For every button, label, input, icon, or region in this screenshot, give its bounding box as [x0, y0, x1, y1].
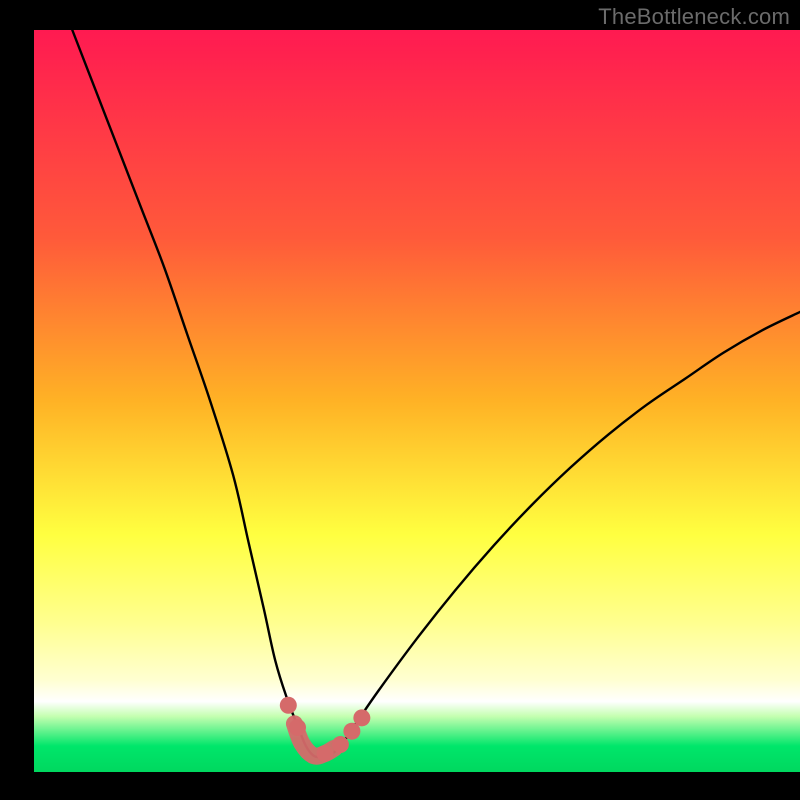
- highlight-point: [317, 745, 334, 762]
- bottleneck-plot: [0, 0, 800, 800]
- watermark-text: TheBottleneck.com: [598, 4, 790, 30]
- highlight-point: [353, 709, 370, 726]
- gradient-background: [34, 30, 800, 772]
- highlight-point: [289, 719, 306, 736]
- chart-frame: TheBottleneck.com: [0, 0, 800, 800]
- highlight-point: [280, 697, 297, 714]
- highlight-point: [332, 736, 349, 753]
